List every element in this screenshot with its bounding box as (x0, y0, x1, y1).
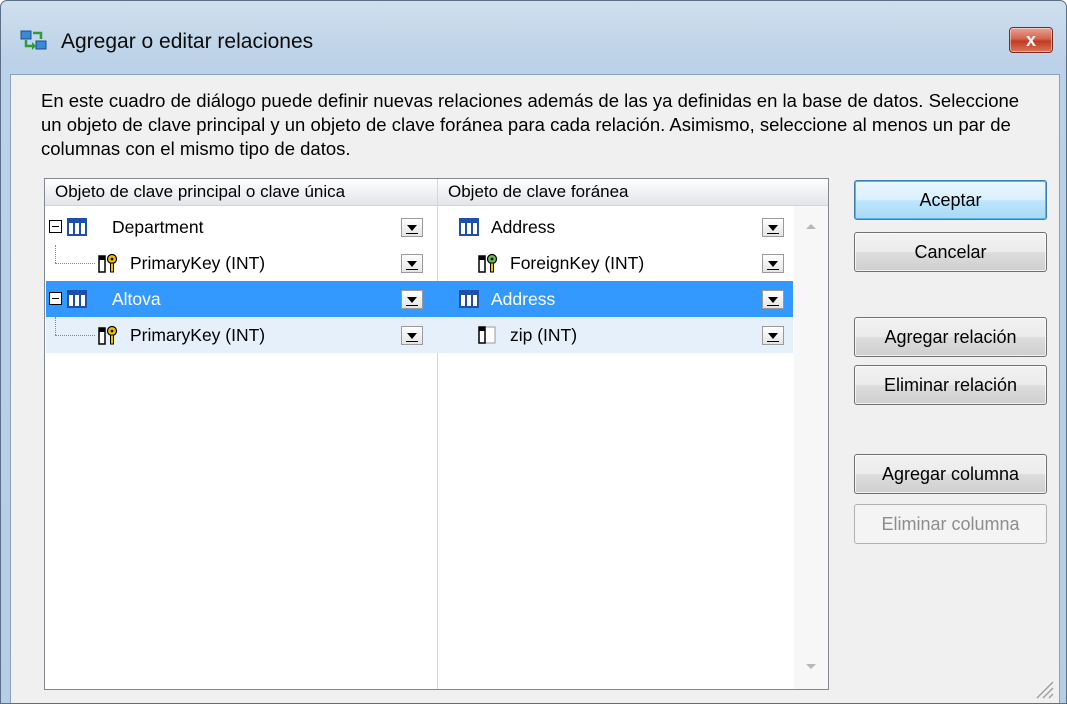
column-header-foreign[interactable]: Objeto de clave foránea (438, 179, 829, 206)
close-icon: x (1025, 30, 1036, 50)
relations-app-icon (20, 30, 47, 50)
column-icon (478, 326, 496, 344)
tree-line (55, 335, 95, 336)
table-row[interactable]: PrimaryKey (INT) ForeignKey (INT) (46, 245, 793, 281)
description-text: En este cuadro de diálogo puede definir … (41, 90, 1020, 159)
foreign-dropdown[interactable] (762, 290, 784, 309)
primary-dropdown[interactable] (401, 218, 423, 237)
table-row-selected[interactable]: Altova Address (46, 281, 793, 317)
primary-key-icon (98, 325, 118, 345)
collapse-toggle[interactable] (49, 292, 62, 305)
tree-line (55, 317, 56, 335)
scroll-down-icon[interactable] (806, 664, 816, 669)
add-relation-button[interactable]: Agregar relación (854, 317, 1047, 357)
primary-column-name: PrimaryKey (INT) (130, 325, 266, 345)
table-icon (67, 290, 87, 308)
foreign-key-icon (478, 253, 498, 273)
column-header-primary[interactable]: Objeto de clave principal o clave única (45, 179, 438, 206)
primary-key-icon (98, 253, 118, 273)
primary-column-dropdown[interactable] (401, 326, 423, 345)
primary-object-name: Department (112, 217, 204, 237)
foreign-object-name: Address (491, 289, 556, 309)
relations-grid[interactable]: Objeto de clave principal o clave única … (44, 178, 829, 690)
dialog-client-area: En este cuadro de diálogo puede definir … (10, 74, 1060, 703)
foreign-column-dropdown[interactable] (762, 326, 784, 345)
foreign-column-name: ForeignKey (INT) (510, 253, 645, 273)
foreign-column-name: zip (INT) (510, 325, 578, 345)
delete-relation-button[interactable]: Eliminar relación (854, 365, 1047, 405)
window-title: Agregar o editar relaciones (61, 30, 314, 53)
resize-grip-icon[interactable] (1033, 678, 1055, 700)
tree-line (55, 263, 95, 264)
add-column-button[interactable]: Agregar columna (854, 454, 1047, 494)
primary-column-dropdown[interactable] (401, 254, 423, 273)
title-bar[interactable]: Agregar o editar relaciones x (1, 1, 1066, 75)
delete-column-button: Eliminar columna (854, 504, 1047, 544)
cancel-button[interactable]: Cancelar (854, 232, 1047, 272)
primary-dropdown[interactable] (401, 290, 423, 309)
dialog-window: Agregar o editar relaciones x En este cu… (0, 0, 1067, 704)
table-icon (67, 218, 87, 236)
primary-object-name: Altova (112, 289, 161, 309)
ok-button[interactable]: Aceptar (854, 180, 1047, 220)
foreign-object-name: Address (491, 217, 556, 237)
foreign-dropdown[interactable] (762, 218, 784, 237)
table-icon (459, 218, 479, 236)
table-row[interactable]: PrimaryKey (INT) zip (INT) (46, 317, 793, 353)
collapse-toggle[interactable] (49, 220, 62, 233)
table-icon (459, 290, 479, 308)
primary-column-name: PrimaryKey (INT) (130, 253, 266, 273)
scroll-up-icon[interactable] (806, 224, 816, 229)
grid-header: Objeto de clave principal o clave única … (45, 179, 828, 206)
close-button[interactable]: x (1009, 27, 1053, 53)
vertical-scrollbar[interactable] (794, 206, 828, 689)
foreign-column-dropdown[interactable] (762, 254, 784, 273)
table-row[interactable]: Department Address (46, 209, 793, 245)
tree-line (55, 245, 56, 263)
